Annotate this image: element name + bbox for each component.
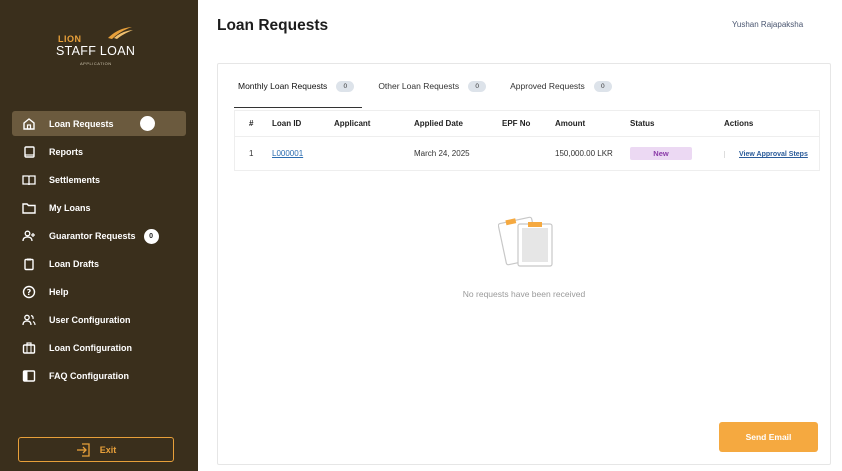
column-header: #: [249, 119, 254, 128]
sidebar-item-label: My Loans: [49, 203, 91, 213]
tab-label: Other Loan Requests: [378, 81, 460, 91]
status-cell: New: [630, 147, 724, 160]
sidebar-item-help[interactable]: ? Help: [12, 278, 186, 306]
sidebar-item-label: Loan Configuration: [49, 343, 132, 353]
table-row: 1 L000001 March 24, 2025 150,000.00 LKR …: [235, 137, 819, 170]
sidebar-item-label: User Configuration: [49, 315, 131, 325]
tab-monthly-loan-requests[interactable]: Monthly Loan Requests 0: [234, 73, 363, 108]
sidebar-item-label: Help: [49, 287, 69, 297]
user-name[interactable]: Yushan Rajapaksha: [732, 20, 803, 29]
amount-cell: 150,000.00 LKR: [555, 149, 613, 158]
sidebar-item-user-configuration[interactable]: User Configuration: [12, 306, 186, 334]
empty-clipboard-icon: [498, 216, 553, 267]
tab-count-badge: 0: [336, 80, 355, 92]
row-number: 1: [249, 149, 254, 158]
applied-date-cell: March 24, 2025: [414, 149, 470, 158]
send-email-button[interactable]: Send Email: [719, 422, 818, 452]
actions-cell: View Approval Steps: [724, 149, 814, 158]
sidebar-item-my-loans[interactable]: My Loans: [12, 194, 186, 222]
tab-count-badge: 0: [468, 80, 487, 92]
logo-swoosh-icon: [108, 27, 133, 39]
loan-id-link[interactable]: L000001: [272, 149, 334, 158]
sidebar-item-loan-drafts[interactable]: Loan Drafts: [12, 250, 186, 278]
column-header: Actions: [724, 119, 754, 128]
tab-label: Approved Requests: [510, 81, 585, 91]
sidebar-item-label: Guarantor Requests: [49, 231, 136, 241]
sidebar-item-label: Reports: [49, 147, 84, 157]
sidebar-item-reports[interactable]: Reports: [12, 138, 186, 166]
sidebar-item-guarantor-requests[interactable]: Guarantor Requests 0: [12, 222, 186, 250]
tab-approved-requests[interactable]: Approved Requests 0: [506, 73, 616, 99]
empty-state-text: No requests have been received: [462, 289, 586, 299]
guarantor-count-badge: 0: [143, 228, 159, 244]
logo-title: STAFF LOAN: [56, 44, 136, 58]
exit-label: Exit: [99, 444, 117, 455]
page-title: Loan Requests: [217, 17, 329, 34]
column-header: Status: [630, 119, 655, 128]
sidebar-item-label: FAQ Configuration: [49, 371, 129, 381]
sidebar-item-faq-configuration[interactable]: FAQ Configuration: [12, 362, 186, 390]
book-icon: [21, 144, 37, 160]
clipboard-icon: [21, 256, 37, 272]
home-icon: [21, 116, 37, 132]
sidebar-item-label: Loan Drafts: [49, 259, 100, 269]
view-approval-steps-link[interactable]: View Approval Steps: [724, 151, 808, 158]
tab-label: Monthly Loan Requests: [238, 81, 328, 91]
logo-subtitle: APPLICATION: [80, 61, 112, 66]
sidebar-nav: Loan Requests Reports Settlements My Loa…: [12, 111, 186, 390]
sidebar-item-label: Loan Requests: [49, 118, 114, 129]
loan-requests-card: Monthly Loan Requests 0 Other Loan Reque…: [217, 63, 831, 465]
sidebar-item-settlements[interactable]: Settlements: [12, 166, 186, 194]
open-book-icon: [21, 172, 37, 188]
svg-text:?: ?: [27, 288, 32, 297]
app-logo: LION STAFF LOAN APPLICATION: [56, 27, 146, 68]
tab-other-loan-requests[interactable]: Other Loan Requests 0: [374, 73, 490, 99]
column-header: Applicant: [334, 119, 371, 128]
help-icon: ?: [21, 284, 37, 300]
sidebar-item-loan-requests[interactable]: Loan Requests: [12, 111, 186, 136]
exit-button[interactable]: Exit: [18, 437, 174, 462]
sidebar-item-label: Settlements: [49, 175, 101, 185]
status-badge: New: [630, 147, 692, 160]
users-icon: [21, 312, 37, 328]
request-tabs: Monthly Loan Requests 0 Other Loan Reque…: [234, 73, 632, 108]
table-header-row: # Loan ID Applicant Applied Date EPF No …: [235, 111, 819, 137]
sidebar-panel-icon: [21, 368, 37, 384]
column-header: Applied Date: [414, 119, 463, 128]
column-header: Amount: [555, 119, 586, 128]
folder-icon: [21, 200, 37, 216]
logo-brand: LION: [58, 34, 82, 44]
active-indicator: [140, 116, 155, 131]
column-header: Loan ID: [272, 119, 302, 128]
loan-table: # Loan ID Applicant Applied Date EPF No …: [234, 110, 820, 171]
user-plus-icon: [21, 228, 37, 244]
tab-count-badge: 0: [593, 80, 612, 92]
sidebar: LION STAFF LOAN APPLICATION Loan Request…: [0, 0, 198, 471]
briefcase-icon: [21, 340, 37, 356]
exit-icon: [76, 442, 90, 457]
column-header: EPF No: [502, 119, 531, 128]
sidebar-item-loan-configuration[interactable]: Loan Configuration: [12, 334, 186, 362]
